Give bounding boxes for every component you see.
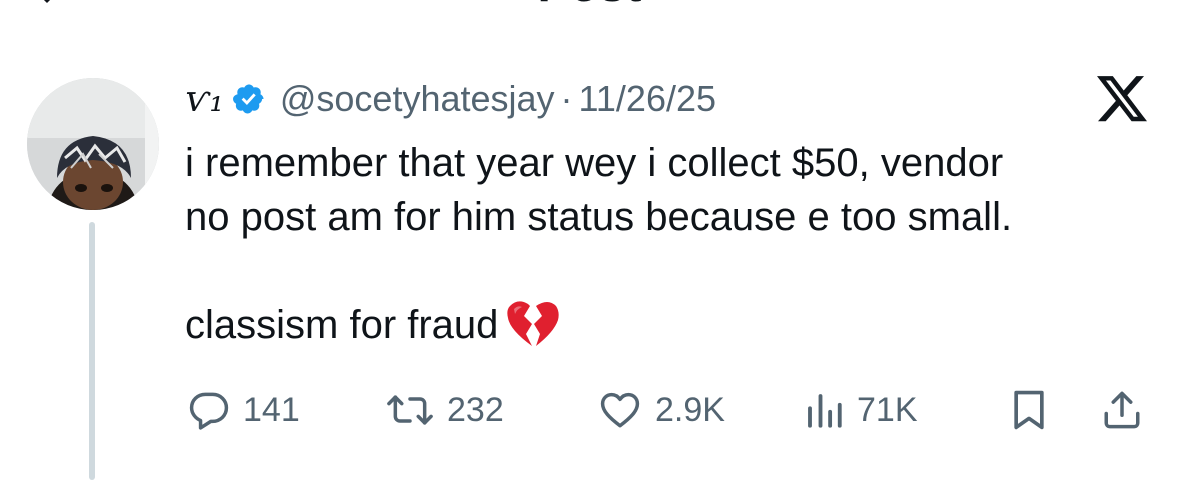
repost-button[interactable]: 232 — [385, 385, 504, 435]
post-meta: ѵ₁ @socetyhatesjay · 11/26/25 — [185, 74, 716, 124]
handle[interactable]: @socetyhatesjay — [280, 78, 555, 120]
views-count: 71K — [857, 390, 918, 429]
share-button[interactable] — [1101, 385, 1143, 435]
post-text: i remember that year wey i collect $50, … — [185, 136, 1145, 352]
post-text-line: no post am for him status because e too … — [185, 195, 1013, 239]
like-count: 2.9K — [655, 390, 725, 429]
avatar[interactable] — [27, 78, 159, 210]
broken-heart-icon — [507, 301, 560, 346]
post-date[interactable]: 11/26/25 — [579, 78, 716, 120]
avatar-image — [27, 78, 159, 210]
post-text-last: classism for fraud — [185, 303, 499, 347]
reply-icon — [189, 392, 229, 430]
x-logo-icon — [1097, 76, 1147, 122]
top-bar: Post — [0, 0, 1179, 20]
reply-count: 141 — [243, 390, 300, 429]
display-name[interactable]: ѵ₁ — [185, 79, 224, 120]
views-button[interactable]: 71K — [803, 385, 918, 435]
thread-line — [89, 222, 95, 480]
repost-count: 232 — [447, 390, 504, 429]
repost-icon — [387, 395, 433, 425]
page-title: Post — [0, 0, 1179, 10]
verified-badge-icon — [232, 84, 264, 114]
separator-dot: · — [560, 78, 573, 119]
views-icon — [808, 394, 842, 428]
share-icon — [1104, 391, 1140, 429]
action-bar: 141 232 2.9K 71K — [185, 385, 1145, 435]
bookmark-icon — [1014, 390, 1044, 430]
reply-button[interactable]: 141 — [187, 385, 300, 435]
heart-icon — [600, 392, 640, 428]
like-button[interactable]: 2.9K — [597, 385, 725, 435]
post-text-last-line: classism for fraud — [185, 298, 1145, 352]
post-text-line: i remember that year wey i collect $50, … — [185, 141, 1004, 185]
bookmark-button[interactable] — [1010, 385, 1048, 435]
